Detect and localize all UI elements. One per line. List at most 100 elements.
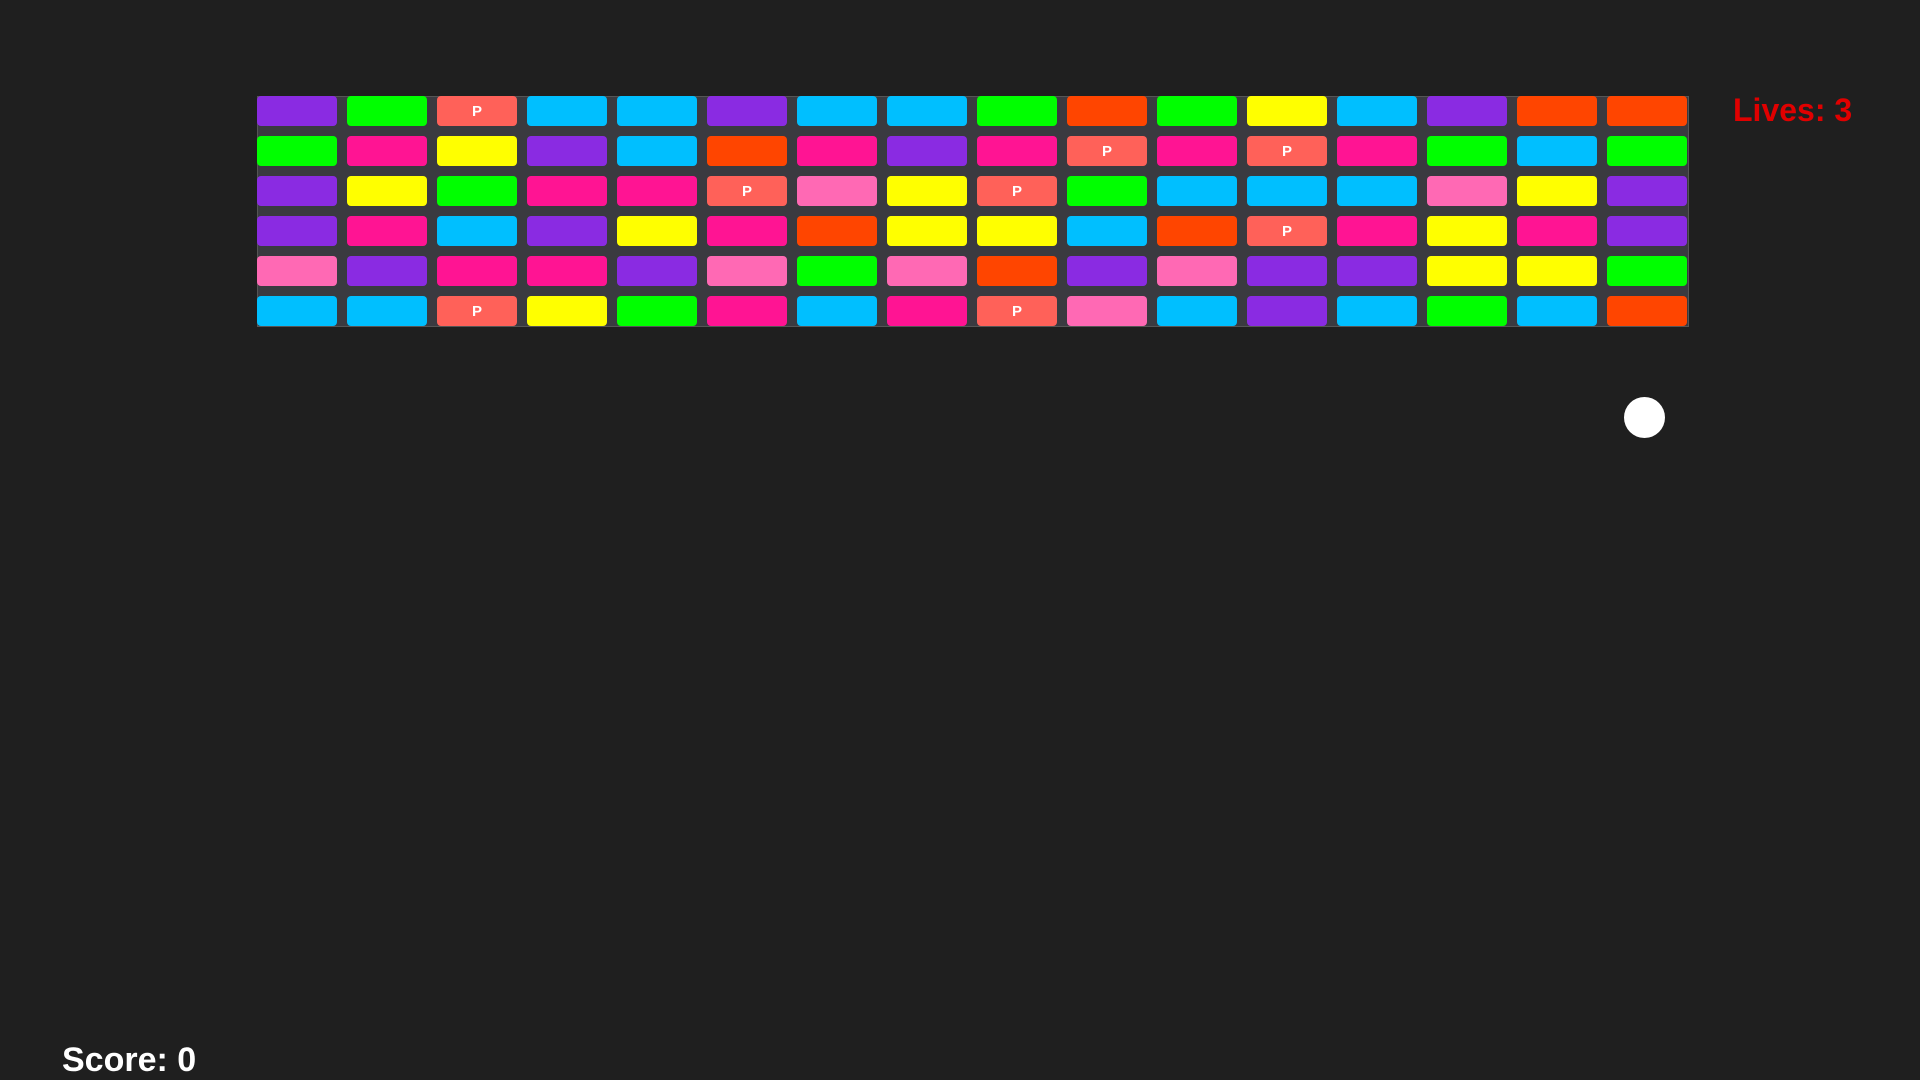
brick [1427,216,1507,246]
brick [1247,296,1327,326]
brick [527,296,607,326]
brick [257,256,337,286]
brick [977,96,1057,126]
powerup-brick: P [1247,216,1327,246]
brick [797,176,877,206]
brick [1337,136,1417,166]
brick [977,256,1057,286]
brick [347,96,427,126]
brick [1337,176,1417,206]
brick [617,256,697,286]
brick [527,256,607,286]
brick [977,216,1057,246]
brick [797,136,877,166]
brick [1607,296,1687,326]
powerup-brick: P [977,176,1057,206]
brick [1157,96,1237,126]
brick [437,256,517,286]
brick [347,176,427,206]
brick [257,176,337,206]
brick [1517,216,1597,246]
brick [887,256,967,286]
brick [617,96,697,126]
brick [1427,256,1507,286]
brick [617,216,697,246]
brick [347,256,427,286]
brick [1067,176,1147,206]
brick [1517,176,1597,206]
brick [887,96,967,126]
lives-counter: Lives: 3 [1733,92,1853,128]
brick [1337,96,1417,126]
brick [1247,96,1327,126]
brick [347,296,427,326]
brick [1157,256,1237,286]
brick [1607,96,1687,126]
brick [437,176,517,206]
brick [1607,176,1687,206]
powerup-label: P [1281,142,1292,160]
powerup-brick: P [707,176,787,206]
brick [257,216,337,246]
brick [797,216,877,246]
powerup-label: P [471,302,482,320]
brick [1157,176,1237,206]
brick-field: P P P P P P P P [257,96,1689,327]
brick [1067,96,1147,126]
brick [347,136,427,166]
brick [1247,176,1327,206]
brick [527,96,607,126]
brick [1067,296,1147,326]
powerup-label: P [1281,222,1292,240]
brick [887,176,967,206]
brick [707,96,787,126]
powerup-label: P [471,102,482,120]
brick [437,136,517,166]
brick [977,136,1057,166]
brick [617,296,697,326]
brick [797,96,877,126]
brick [257,96,337,126]
score-counter: Score: 0 [62,1041,197,1079]
powerup-label: P [741,182,752,200]
brick [1517,136,1597,166]
powerup-label: P [1011,302,1022,320]
powerup-brick: P [437,96,517,126]
brick [1247,256,1327,286]
brick [887,296,967,326]
brick [1337,256,1417,286]
powerup-brick: P [1247,136,1327,166]
brick [1427,136,1507,166]
brick [1607,256,1687,286]
brick [707,136,787,166]
ball [1624,397,1665,438]
powerup-brick: P [437,296,517,326]
brick [707,256,787,286]
brick [1157,216,1237,246]
brick [1517,296,1597,326]
brick [347,216,427,246]
brick [707,216,787,246]
game-canvas[interactable]: P P P P P P P P Lives: 3 Score: 0 [0,0,1920,1080]
brick [1157,136,1237,166]
brick [617,136,697,166]
brick [527,176,607,206]
brick [437,216,517,246]
brick [527,136,607,166]
brick [1427,96,1507,126]
brick [887,136,967,166]
brick [1517,256,1597,286]
powerup-label: P [1101,142,1112,160]
brick [887,216,967,246]
brick [1427,296,1507,326]
brick [1607,136,1687,166]
powerup-brick: P [977,296,1057,326]
brick [1427,176,1507,206]
brick [797,296,877,326]
brick [257,136,337,166]
brick [1337,296,1417,326]
brick [1607,216,1687,246]
brick [1157,296,1237,326]
brick [707,296,787,326]
powerup-brick: P [1067,136,1147,166]
